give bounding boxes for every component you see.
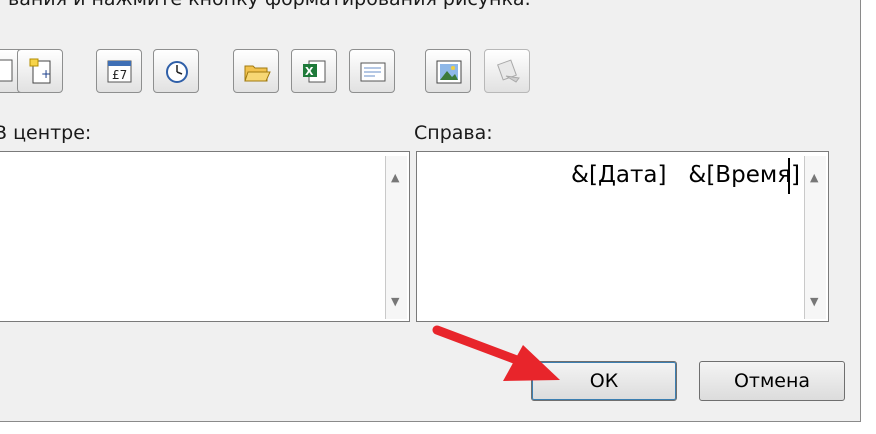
annotation-arrow-icon (432, 325, 560, 381)
screenshot: вания и нажмите кнопку форматирования ри… (0, 0, 876, 434)
